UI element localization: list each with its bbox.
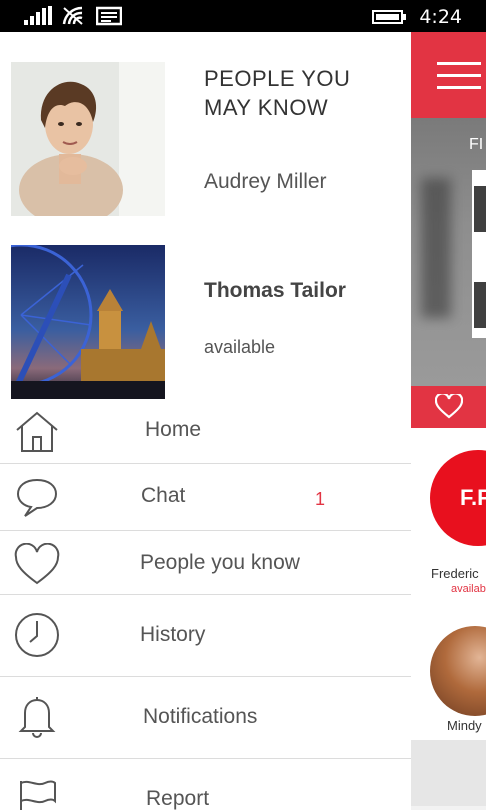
contacts-list: F.F Frederic availab Mindy [411,428,486,740]
bell-icon [18,697,56,738]
home-icon [16,411,58,452]
menu-item-chat[interactable]: Chat 1 [0,464,411,531]
menu-item-label: Home [145,418,202,441]
avatar[interactable]: F.F [430,450,486,546]
section-title: PEOPLE YOU MAY KNOW [204,66,351,120]
unread-count-badge: 1 [315,489,326,509]
image-panel [472,170,486,338]
profile-photo[interactable] [11,245,165,399]
status-bar: 4:24 [0,0,486,32]
avatar[interactable] [430,626,486,716]
drawer-menu: Home Chat 1 People you know History Noti… [0,398,411,810]
person-name[interactable]: Audrey Miller [204,170,327,194]
clock-icon [15,613,59,657]
header-text: FI [469,136,484,153]
signal-icon [24,6,52,25]
battery-icon [372,10,406,24]
menu-item-notifications[interactable]: Notifications [0,677,411,759]
wifi-icon [62,6,83,25]
hamburger-menu-icon[interactable] [437,62,481,90]
profile-photo[interactable] [11,62,165,216]
menu-item-label: Report [146,787,210,810]
navigation-drawer: PEOPLE YOU MAY KNOW Audrey Miller Thomas… [0,32,411,810]
app-header-bar [411,32,486,118]
message-icon [96,6,122,26]
heart-tab-icon[interactable] [435,394,463,420]
clock-time: 4:24 [419,6,462,28]
app-bar [411,740,486,806]
heart-icon [14,543,60,585]
menu-item-label: People you know [140,551,300,574]
contact-name: Mindy [447,718,482,733]
favorites-tab-bar[interactable] [411,386,486,434]
menu-item-label: History [140,623,206,646]
contact-name: Frederic [431,566,479,581]
person-name[interactable]: Thomas Tailor [204,279,346,303]
chat-icon [16,478,58,517]
person-status: available [204,337,276,357]
menu-item-home[interactable]: Home [0,398,411,464]
menu-item-history[interactable]: History [0,595,411,677]
menu-item-label: Notifications [143,705,258,728]
background-app-pane[interactable]: FI F.F Frederic availab Mindy [411,32,486,810]
menu-item-report[interactable]: Report [0,759,411,810]
contact-status: availab [451,583,486,595]
flag-icon [20,780,56,810]
menu-item-label: Chat [141,484,186,507]
menu-item-people[interactable]: People you know [0,531,411,595]
